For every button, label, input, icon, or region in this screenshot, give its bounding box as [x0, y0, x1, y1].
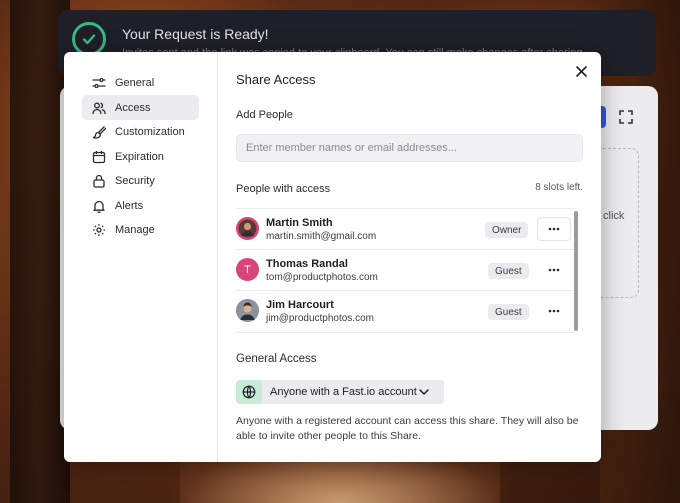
people-with-access-label: People with access	[236, 183, 331, 195]
avatar: T	[236, 258, 259, 281]
fullscreen-icon[interactable]	[615, 106, 637, 128]
person-email: tom@productphotos.com	[266, 272, 378, 283]
sidebar-item-label: Expiration	[115, 150, 164, 163]
avatar-initial: T	[244, 263, 251, 276]
sidebar-item-label: Manage	[115, 223, 155, 236]
share-access-modal: General Access Customization Expiration …	[64, 52, 601, 462]
gear-icon	[91, 222, 107, 238]
check-circle-icon	[72, 22, 106, 56]
background-dropzone[interactable]	[598, 148, 639, 298]
sidebar-item-general[interactable]: General	[82, 70, 199, 95]
general-access-label: General Access	[236, 353, 317, 365]
sidebar-item-alerts[interactable]: Alerts	[82, 193, 199, 218]
notification-title: Your Request is Ready!	[122, 26, 269, 42]
slots-left-text: 8 slots left.	[535, 182, 583, 193]
share-access-panel: Share Access Add People People with acce…	[217, 52, 601, 462]
add-people-input[interactable]	[236, 134, 583, 162]
calendar-icon	[91, 149, 107, 165]
avatar	[236, 299, 259, 322]
person-name: Martin Smith	[266, 217, 333, 229]
general-access-value: Anyone with a Fast.io account	[270, 386, 417, 398]
sidebar-item-label: Customization	[115, 125, 185, 138]
add-people-label: Add People	[236, 109, 293, 121]
person-email: martin.smith@gmail.com	[266, 231, 377, 242]
person-row: Jim Harcourt jim@productphotos.com Guest	[236, 290, 575, 333]
person-email: jim@productphotos.com	[266, 313, 374, 324]
more-options-button[interactable]	[537, 299, 571, 323]
sidebar-item-label: Access	[115, 101, 151, 114]
people-list-scrollbar[interactable]	[574, 211, 578, 331]
person-row: T Thomas Randal tom@productphotos.com Gu…	[236, 249, 575, 291]
sidebar-item-label: Security	[115, 174, 155, 187]
person-name: Jim Harcourt	[266, 299, 334, 311]
settings-sidebar: General Access Customization Expiration …	[64, 52, 218, 462]
sidebar-item-access[interactable]: Access	[82, 95, 199, 120]
sidebar-item-label: General	[115, 76, 155, 89]
more-options-button[interactable]	[537, 258, 571, 282]
role-badge: Guest	[488, 263, 529, 279]
sidebar-item-security[interactable]: Security	[82, 168, 199, 193]
person-row: Martin Smith martin.smith@gmail.com Owne…	[236, 208, 575, 250]
role-badge: Guest	[488, 304, 529, 320]
close-icon[interactable]	[571, 61, 591, 81]
people-list: Martin Smith martin.smith@gmail.com Owne…	[236, 208, 581, 334]
sidebar-item-expiration[interactable]: Expiration	[82, 144, 199, 169]
sidebar-item-customization[interactable]: Customization	[82, 119, 199, 144]
person-name: Thomas Randal	[266, 258, 348, 270]
bell-icon	[91, 198, 107, 214]
ellipsis-icon	[548, 268, 560, 272]
background-click-text: click	[603, 210, 625, 222]
panel-title: Share Access	[236, 72, 316, 87]
ellipsis-icon	[548, 309, 560, 313]
sliders-icon	[91, 75, 107, 91]
sidebar-item-manage[interactable]: Manage	[82, 217, 199, 242]
general-access-description: Anyone with a registered account can acc…	[236, 415, 579, 442]
brush-icon	[91, 124, 107, 140]
lock-icon	[91, 173, 107, 189]
users-icon	[91, 100, 107, 116]
more-options-button[interactable]	[537, 217, 571, 241]
general-access-select[interactable]: Anyone with a Fast.io account	[236, 380, 444, 404]
role-badge: Owner	[485, 222, 529, 238]
ellipsis-icon	[548, 227, 560, 231]
chevron-down-icon	[417, 385, 431, 399]
globe-icon	[236, 380, 262, 404]
avatar	[236, 217, 259, 240]
sidebar-item-label: Alerts	[115, 199, 144, 212]
